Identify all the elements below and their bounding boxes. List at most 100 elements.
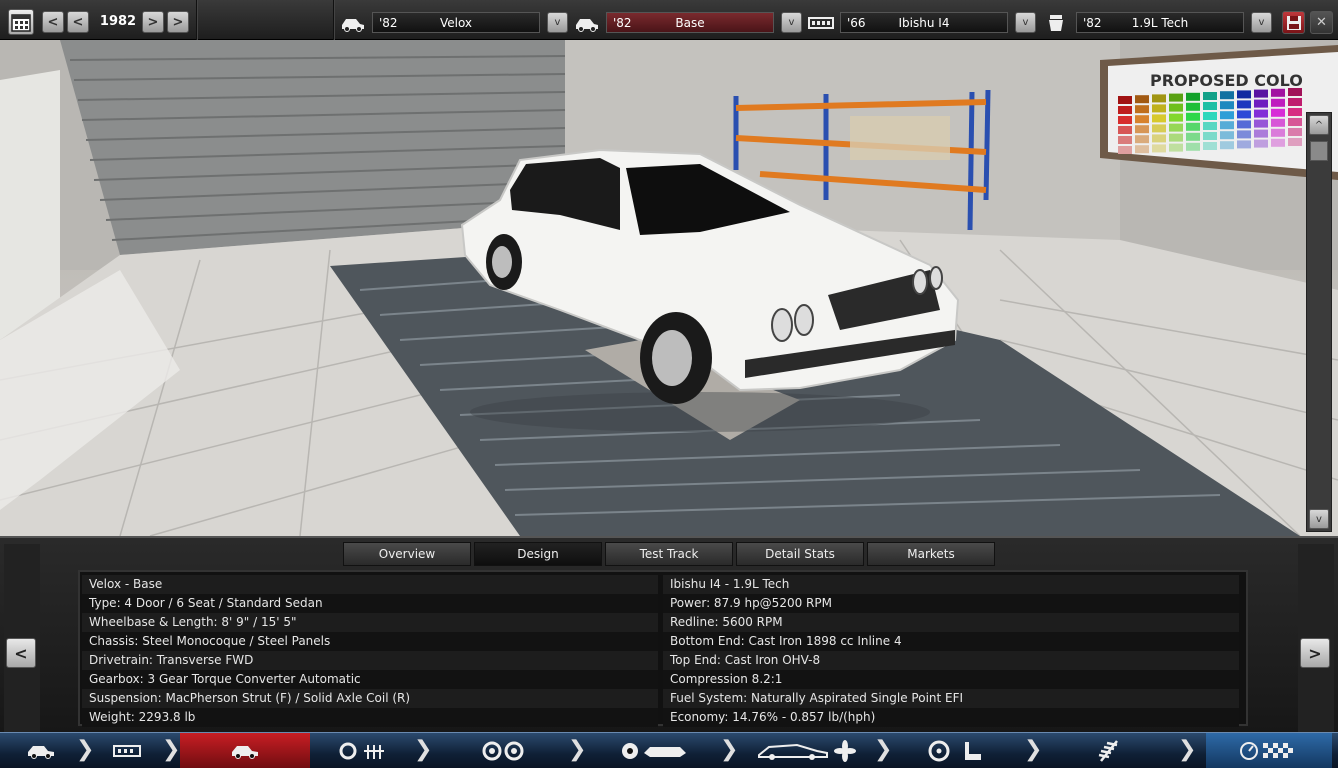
- engine-variant-select[interactable]: '82 1.9L Tech: [1076, 12, 1244, 33]
- color-swatch: [1152, 144, 1166, 153]
- tab-test-track[interactable]: Test Track: [605, 542, 733, 566]
- color-swatch: [1220, 131, 1234, 140]
- color-swatch: [1271, 88, 1285, 97]
- color-swatch: [1152, 104, 1166, 113]
- chevron-right-icon: ❯: [720, 737, 739, 762]
- brakes-body-icon: [622, 743, 686, 759]
- trim-dropdown-button[interactable]: v: [781, 12, 802, 33]
- color-swatch: [1237, 90, 1251, 99]
- save-button[interactable]: [1282, 11, 1305, 34]
- year-forward-button[interactable]: >: [142, 11, 164, 33]
- divider: [333, 0, 335, 40]
- model-name: Velox: [439, 15, 473, 30]
- detail-row: Power: 87.9 hp@5200 RPM: [663, 594, 1239, 613]
- chevron-right-icon: ❯: [162, 737, 181, 762]
- scroll-thumb[interactable]: [1310, 141, 1328, 161]
- garage-scene: PROPOSED COLO: [0, 40, 1338, 536]
- detail-row: Redline: 5600 RPM: [663, 613, 1239, 632]
- color-swatch: [1118, 96, 1132, 104]
- color-swatch: [1271, 128, 1285, 137]
- left-rail: <: [4, 544, 40, 734]
- trim-select[interactable]: '82 Base: [606, 12, 774, 33]
- suspension-icon: [1098, 740, 1118, 762]
- scroll-down-button[interactable]: v: [1309, 509, 1329, 529]
- tab-detail-stats[interactable]: Detail Stats: [736, 542, 864, 566]
- panel-tabs: Overview Design Test Track Detail Stats Mark…: [343, 542, 995, 566]
- step-interior[interactable]: [922, 733, 992, 768]
- color-swatch: [1152, 124, 1166, 133]
- calendar-button[interactable]: [8, 9, 34, 35]
- year-back-10-button[interactable]: <: [42, 11, 64, 33]
- car-trim-icon: [232, 746, 258, 759]
- color-swatch: [1220, 121, 1234, 130]
- color-scrollbar[interactable]: ^ v: [1306, 112, 1332, 532]
- tab-markets[interactable]: Markets: [867, 542, 995, 566]
- wheels-icon: [482, 741, 524, 761]
- color-swatch: [1220, 101, 1234, 110]
- car-icon: [28, 746, 54, 759]
- color-swatch: [1118, 116, 1132, 124]
- top-toolbar: < < 1982 > > '82 Velox v '82 Base v '66 …: [0, 0, 1338, 40]
- calendar-icon: [11, 14, 31, 32]
- car-fan-icon: [758, 740, 856, 762]
- detail-row: Compression 8.2:1: [663, 670, 1239, 689]
- car-trim-icon: [576, 19, 598, 32]
- step-model[interactable]: [10, 733, 72, 768]
- year-back-button[interactable]: <: [67, 11, 89, 33]
- chevron-down-icon: v: [1316, 513, 1322, 525]
- step-aero-cooling[interactable]: [752, 733, 862, 768]
- car-model-icon: [342, 19, 364, 32]
- color-swatch: [1254, 119, 1268, 128]
- chevron-down-icon: v: [1022, 17, 1029, 28]
- engine-family-name: Ibishu I4: [898, 15, 950, 30]
- car-details: Velox - Base Type: 4 Door / 6 Seat / Stan…: [78, 570, 1248, 727]
- close-button[interactable]: ✕: [1310, 11, 1333, 34]
- color-swatch: [1237, 100, 1251, 109]
- color-swatch: [1118, 136, 1132, 144]
- close-icon: ✕: [1316, 15, 1327, 30]
- model-year: '82: [379, 15, 398, 30]
- engine-family-year: '66: [847, 15, 866, 30]
- step-chassis[interactable]: [96, 733, 158, 768]
- engine-variant-dropdown-button[interactable]: v: [1251, 12, 1272, 33]
- detail-row: Wheelbase & Length: 8' 9" / 15' 5": [82, 613, 658, 632]
- step-suspension[interactable]: [1080, 733, 1140, 768]
- chevron-down-icon: v: [788, 17, 795, 28]
- step-wheels[interactable]: [458, 733, 548, 768]
- color-swatch: [1169, 93, 1183, 102]
- color-swatch: [1237, 120, 1251, 129]
- color-swatch: [1186, 142, 1200, 151]
- info-panel: Overview Design Test Track Detail Stats Mark…: [0, 536, 1338, 734]
- model-dropdown-button[interactable]: v: [547, 12, 568, 33]
- color-swatch: [1186, 102, 1200, 111]
- trim-year: '82: [613, 15, 632, 30]
- next-page-button[interactable]: >: [1300, 638, 1330, 668]
- color-swatch: [1220, 141, 1234, 150]
- year-forward-10-button[interactable]: >: [167, 11, 189, 33]
- car-viewport[interactable]: PROPOSED COLO ^ v: [0, 40, 1338, 536]
- chevron-right-icon: ❯: [1024, 737, 1043, 762]
- engine-family-select[interactable]: '66 Ibishu I4: [840, 12, 1008, 33]
- step-testing[interactable]: [1206, 733, 1332, 768]
- divider: [196, 0, 198, 40]
- color-swatch: [1135, 105, 1149, 114]
- color-swatch: [1203, 142, 1217, 150]
- step-trim[interactable]: [180, 733, 310, 768]
- color-swatch: [1288, 118, 1302, 126]
- color-swatch: [1169, 143, 1183, 152]
- gauge-flag-icon: [1240, 742, 1293, 760]
- color-swatch: [1118, 106, 1132, 114]
- engine-variant-name: 1.9L Tech: [1131, 15, 1189, 30]
- chevron-right-icon: ❯: [1178, 737, 1197, 762]
- scroll-up-button[interactable]: ^: [1309, 115, 1329, 135]
- step-engine[interactable]: [318, 733, 408, 768]
- tab-design[interactable]: Design: [474, 542, 602, 566]
- engine-family-dropdown-button[interactable]: v: [1015, 12, 1036, 33]
- color-swatch: [1203, 122, 1217, 130]
- step-brakes-body[interactable]: [610, 733, 700, 768]
- model-select[interactable]: '82 Velox: [372, 12, 540, 33]
- color-swatch: [1135, 95, 1149, 104]
- prev-page-button[interactable]: <: [6, 638, 36, 668]
- chevron-down-icon: v: [554, 17, 561, 28]
- tab-overview[interactable]: Overview: [343, 542, 471, 566]
